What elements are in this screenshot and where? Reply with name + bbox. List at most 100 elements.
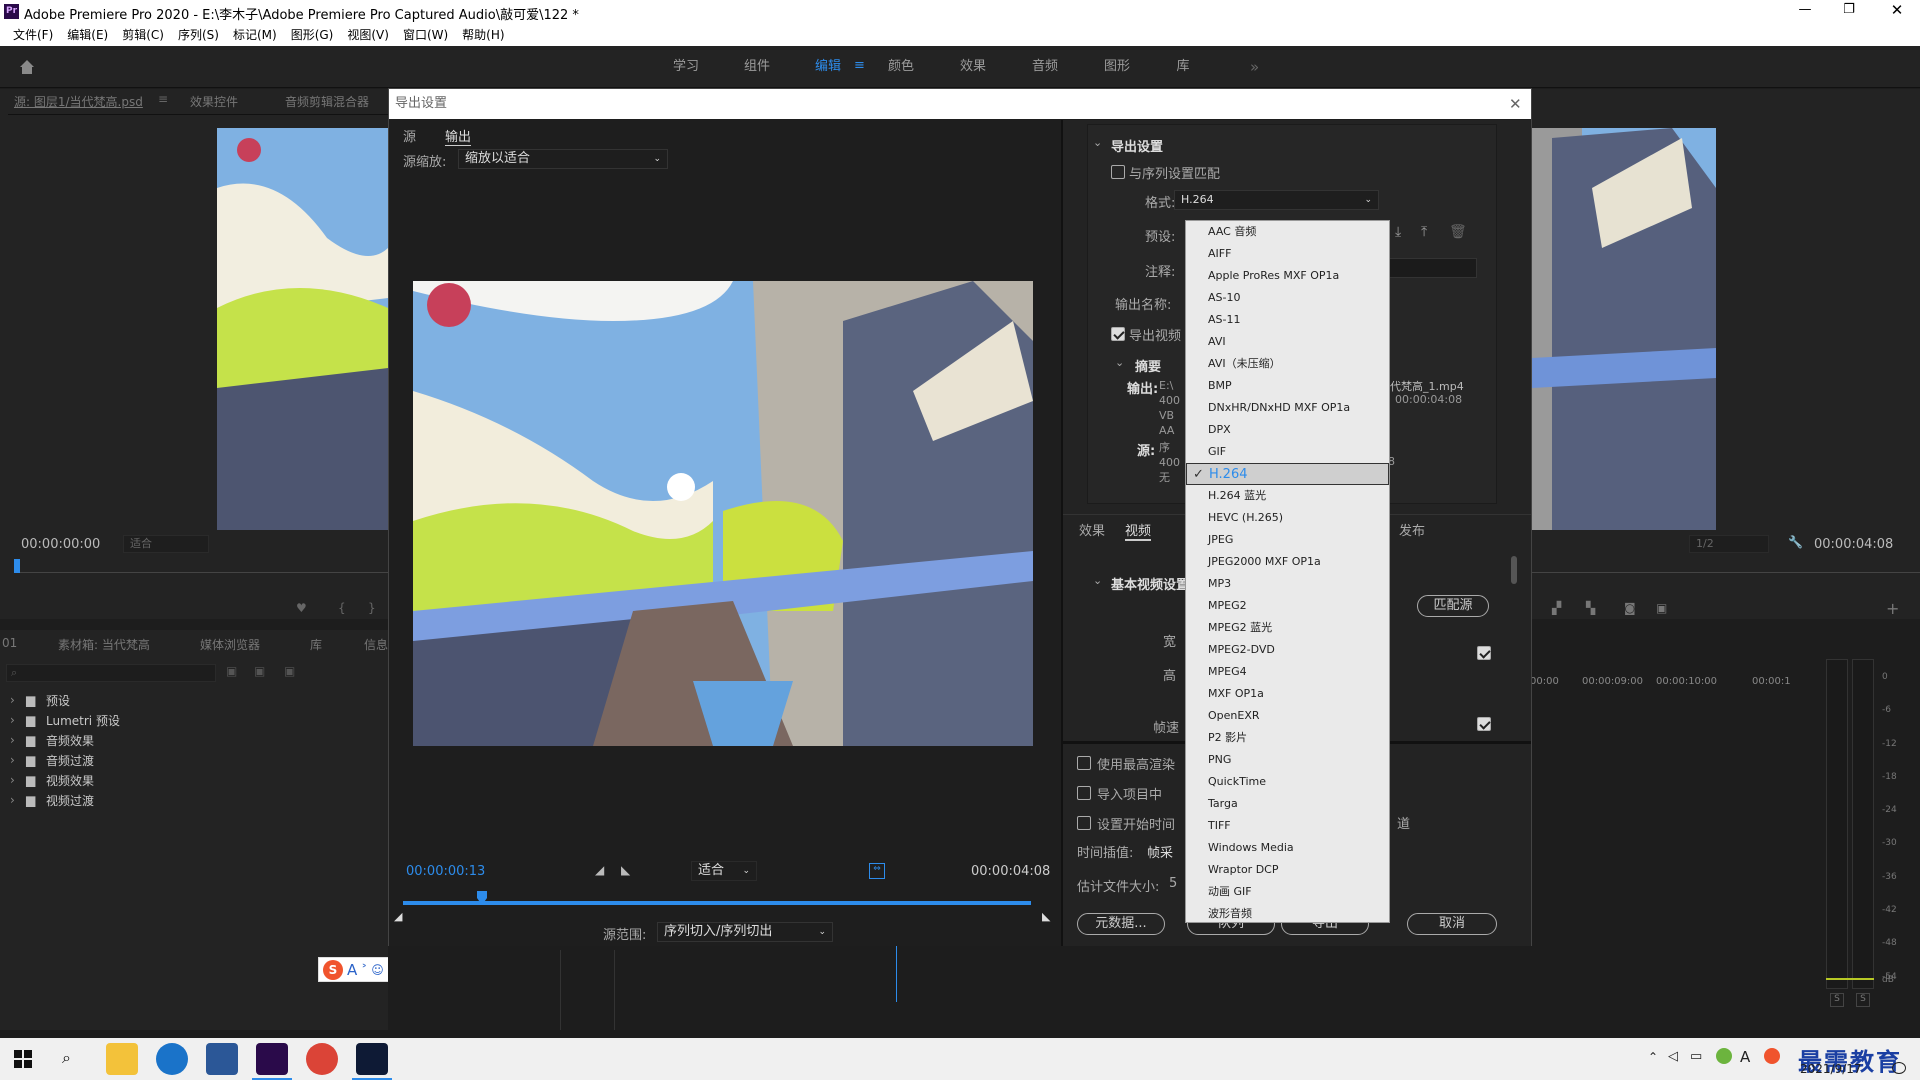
format-option[interactable]: PNG — [1186, 749, 1389, 771]
menu-file[interactable]: 文件(F) — [6, 24, 60, 46]
word-icon[interactable] — [206, 1043, 238, 1075]
cancel-button[interactable]: 取消 — [1407, 913, 1497, 935]
format-option[interactable]: JPEG — [1186, 529, 1389, 551]
file-explorer-icon[interactable] — [106, 1043, 138, 1075]
tab-effects[interactable]: 效果 — [1079, 520, 1105, 539]
format-option[interactable]: DNxHR/DNxHD MXF OP1a — [1186, 397, 1389, 419]
format-option[interactable]: Targa — [1186, 793, 1389, 815]
format-option[interactable]: MPEG2 — [1186, 595, 1389, 617]
workspace-editing[interactable]: 编辑 — [793, 46, 863, 88]
source-scale-dropdown[interactable]: 缩放以适合 ⌄ — [458, 149, 668, 169]
folder-audio-transitions[interactable]: › ▆ 音频过渡 — [10, 750, 390, 770]
folder-video-transitions[interactable]: › ▆ 视频过渡 — [10, 790, 390, 810]
new-bin-icon[interactable]: ▣ — [226, 664, 237, 678]
tab-output-export[interactable]: 输出 — [445, 126, 472, 146]
export-frame-icon[interactable]: ◙ — [1624, 601, 1636, 615]
format-option[interactable]: AIFF — [1186, 243, 1389, 265]
source-timeline-ruler[interactable] — [15, 559, 388, 573]
format-option[interactable]: GIF — [1186, 441, 1389, 463]
program-zoom-dropdown[interactable]: 1/2 — [1689, 535, 1769, 553]
dialog-close-icon[interactable]: ✕ — [1509, 95, 1522, 113]
tab-source-export[interactable]: 源 — [403, 126, 416, 145]
match-source-button[interactable]: 匹配源 — [1417, 595, 1489, 617]
edge-browser-icon[interactable] — [156, 1043, 188, 1075]
width-lock-checkbox[interactable] — [1477, 645, 1491, 660]
chevron-down-icon[interactable]: ⌄ — [1115, 356, 1124, 369]
format-option[interactable]: MPEG4 — [1186, 661, 1389, 683]
format-option[interactable]: AVI（未压缩） — [1186, 353, 1389, 375]
add-button-icon[interactable]: + — [1886, 599, 1899, 618]
home-icon[interactable] — [18, 58, 36, 76]
punctuation-icon[interactable]: ˃ — [361, 963, 367, 977]
max-render-checkbox[interactable] — [1077, 755, 1091, 770]
set-start-tc-checkbox[interactable] — [1077, 815, 1091, 830]
save-preset-icon[interactable]: ⤓ — [1395, 224, 1401, 240]
tray-chevron-icon[interactable]: ⌃ — [1648, 1050, 1658, 1064]
format-option[interactable]: H.264 蓝光 — [1186, 485, 1389, 507]
notification-icon[interactable] — [1892, 1062, 1906, 1074]
tab-libraries[interactable]: 库 — [310, 636, 322, 653]
export-timeline-bar[interactable] — [403, 901, 1031, 905]
export-video-checkbox[interactable] — [1111, 326, 1125, 341]
match-sequence-checkbox[interactable] — [1111, 164, 1125, 179]
solo-right-button[interactable]: S — [1856, 993, 1870, 1007]
extract-icon[interactable]: ▚ — [1586, 601, 1595, 615]
settings-scrollbar[interactable] — [1511, 556, 1517, 584]
format-option[interactable]: MXF OP1a — [1186, 683, 1389, 705]
photoshop-icon[interactable] — [356, 1043, 388, 1075]
format-option[interactable]: MPEG2-DVD — [1186, 639, 1389, 661]
panel-menu-icon[interactable]: ≡ — [158, 92, 168, 106]
format-dropdown[interactable]: H.264 ⌄ — [1174, 190, 1379, 210]
source-playhead[interactable] — [14, 559, 20, 573]
workspace-audio[interactable]: 音频 — [1010, 46, 1080, 88]
aspect-correction-icon[interactable]: ⇔ — [869, 863, 885, 879]
format-option[interactable]: MP3 — [1186, 573, 1389, 595]
workspace-graphics[interactable]: 图形 — [1082, 46, 1152, 88]
ime-tray-icon[interactable] — [1716, 1048, 1732, 1064]
format-option[interactable]: HEVC (H.265) — [1186, 507, 1389, 529]
out-point-marker-icon[interactable]: ◣ — [1042, 910, 1050, 923]
folder-presets[interactable]: › ▆ 预设 — [10, 690, 390, 710]
wrench-icon[interactable]: 🔧 — [1788, 535, 1803, 549]
menu-graphics[interactable]: 图形(G) — [284, 24, 341, 46]
import-project-checkbox[interactable] — [1077, 785, 1091, 800]
framerate-lock-checkbox[interactable] — [1477, 716, 1491, 731]
premiere-icon[interactable] — [256, 1043, 288, 1075]
search-input[interactable]: ⌕ — [6, 664, 216, 682]
menu-markers[interactable]: 标记(M) — [226, 24, 284, 46]
import-preset-icon[interactable]: ⤒ — [1421, 224, 1427, 240]
tab-source[interactable]: 源: 图层1/当代梵高.psd — [14, 93, 143, 110]
program-ruler[interactable] — [1532, 559, 1920, 573]
format-option[interactable]: TIFF — [1186, 815, 1389, 837]
time-interpolation-value[interactable]: 帧采 — [1147, 842, 1173, 861]
export-fit-dropdown[interactable]: 适合 ⌄ — [691, 861, 757, 881]
format-option[interactable]: JPEG2000 MXF OP1a — [1186, 551, 1389, 573]
format-option[interactable]: 动画 GIF — [1186, 881, 1389, 903]
metadata-button[interactable]: 元数据... — [1077, 913, 1165, 935]
input-language-icon[interactable]: A — [1740, 1048, 1750, 1066]
workspace-learning[interactable]: 学习 — [651, 46, 721, 88]
format-option[interactable]: Apple ProRes MXF OP1a — [1186, 265, 1389, 287]
chevron-down-icon[interactable]: ⌄ — [1093, 574, 1102, 587]
format-option[interactable]: AS-11 — [1186, 309, 1389, 331]
menu-window[interactable]: 窗口(W) — [396, 24, 455, 46]
set-in-point-icon[interactable]: ◢ — [595, 863, 604, 877]
source-range-dropdown[interactable]: 序列切入/序列切出 ⌄ — [657, 922, 833, 942]
timeline-playhead[interactable] — [896, 942, 897, 1002]
add-marker-icon[interactable]: ♥ — [296, 601, 307, 615]
more-workspaces-icon[interactable]: » — [1250, 58, 1259, 76]
solo-left-button[interactable]: S — [1830, 993, 1844, 1007]
format-option[interactable]: AAC 音频 — [1186, 221, 1389, 243]
chevron-down-icon[interactable]: ⌄ — [1093, 136, 1102, 149]
format-option[interactable]: MPEG2 蓝光 — [1186, 617, 1389, 639]
delete-preset-icon[interactable]: 🗑 — [1449, 224, 1467, 240]
close-window-icon[interactable]: ✕ — [1888, 1, 1906, 19]
format-option[interactable]: AS-10 — [1186, 287, 1389, 309]
mark-in-icon[interactable]: { — [338, 601, 346, 615]
workspace-color[interactable]: 颜色 — [866, 46, 936, 88]
format-option[interactable]: H.264 — [1186, 463, 1389, 486]
windows-start-icon[interactable] — [14, 1050, 32, 1068]
tab-video[interactable]: 视频 — [1125, 520, 1152, 541]
tab-publish[interactable]: 发布 — [1399, 520, 1425, 539]
tab-bin[interactable]: 素材箱: 当代梵高 — [58, 636, 150, 653]
